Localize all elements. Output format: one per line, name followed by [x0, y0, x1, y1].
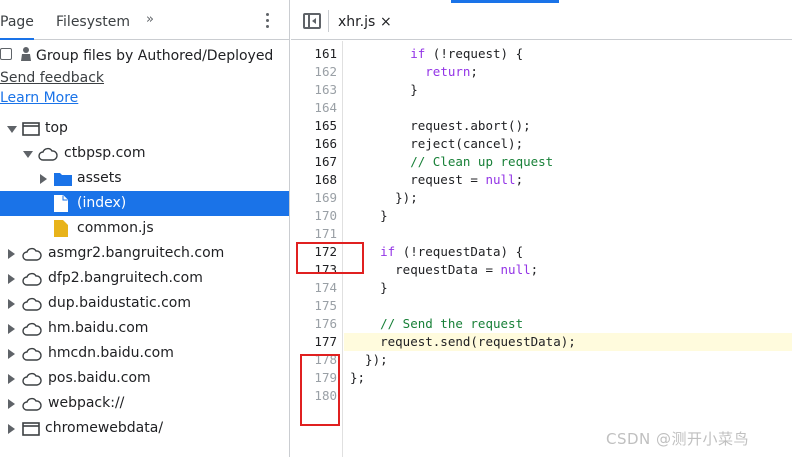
- group-files-label: Group files by Authored/Deployed: [36, 48, 274, 64]
- line-number[interactable]: 163: [291, 81, 337, 99]
- line-number[interactable]: 164: [291, 99, 337, 117]
- tree-item-label: (index): [77, 195, 127, 211]
- code-line[interactable]: // Send the request: [350, 315, 523, 333]
- code-line[interactable]: request = null;: [350, 171, 523, 189]
- line-number[interactable]: 176: [291, 315, 337, 333]
- editor-panel: xhr.js × 161 162 163 164 165 166 167 168 169 170 1…: [291, 0, 792, 457]
- line-number[interactable]: 161: [291, 45, 337, 63]
- tree-item[interactable]: dfp2.bangruitech.com: [0, 266, 289, 291]
- more-tabs-icon[interactable]: »: [146, 12, 154, 27]
- tree-item-label: top: [45, 120, 68, 136]
- collapsed-triangle-icon[interactable]: [8, 424, 15, 434]
- line-number[interactable]: 174: [291, 279, 337, 297]
- code-line[interactable]: });: [350, 189, 418, 207]
- tree-item-label: pos.baidu.com: [48, 370, 151, 386]
- tree-item-label: asmgr2.bangruitech.com: [48, 245, 225, 261]
- tree-item[interactable]: top: [0, 116, 289, 141]
- tree-item-label: ctbpsp.com: [64, 145, 146, 161]
- tree-item[interactable]: chromewebdata/: [0, 416, 289, 441]
- tab-page[interactable]: Page: [0, 0, 34, 40]
- annotation-box-178: [300, 354, 340, 426]
- line-number[interactable]: 165: [291, 117, 337, 135]
- collapsed-triangle-icon[interactable]: [40, 174, 47, 184]
- tree-item-label: chromewebdata/: [45, 420, 164, 436]
- code-line[interactable]: if (!request) {: [350, 45, 523, 63]
- code-line[interactable]: request.abort();: [350, 117, 530, 135]
- tree-item-label: common.js: [77, 220, 154, 236]
- code-line[interactable]: };: [350, 369, 365, 387]
- collapsed-triangle-icon[interactable]: [8, 299, 15, 309]
- annotation-box-172: [296, 242, 364, 274]
- tree-item[interactable]: dup.baidustatic.com: [0, 291, 289, 316]
- watermark: CSDN @测开小菜鸟: [606, 430, 750, 448]
- expanded-triangle-icon[interactable]: [7, 126, 17, 133]
- file-tab-label[interactable]: xhr.js: [338, 0, 375, 40]
- collapsed-triangle-icon[interactable]: [8, 249, 15, 259]
- expanded-triangle-icon[interactable]: [23, 151, 33, 158]
- active-tab-indicator: [451, 0, 559, 3]
- frame-icon: [22, 420, 40, 445]
- code-line[interactable]: reject(cancel);: [350, 135, 523, 153]
- navigator-tabbar: Page Filesystem »: [0, 0, 289, 40]
- line-number[interactable]: 166: [291, 135, 337, 153]
- tree-item-label: hmcdn.baidu.com: [48, 345, 174, 361]
- line-number[interactable]: 171: [291, 225, 337, 243]
- code-line[interactable]: request.send(requestData);: [350, 333, 576, 351]
- line-number[interactable]: 177: [291, 333, 337, 351]
- person-icon: [21, 47, 31, 61]
- collapsed-triangle-icon[interactable]: [8, 349, 15, 359]
- code-line[interactable]: requestData = null;: [350, 261, 538, 279]
- code-line[interactable]: if (!requestData) {: [350, 243, 523, 261]
- tree-item[interactable]: assets: [0, 166, 289, 191]
- divider: [328, 10, 329, 32]
- code-line[interactable]: });: [350, 351, 388, 369]
- line-number[interactable]: 162: [291, 63, 337, 81]
- tree-item-label: dfp2.bangruitech.com: [48, 270, 203, 286]
- line-number[interactable]: 170: [291, 207, 337, 225]
- code-line[interactable]: }: [350, 279, 388, 297]
- navigator-panel: Page Filesystem » Group files by Authore…: [0, 0, 290, 457]
- tree-item[interactable]: hmcdn.baidu.com: [0, 341, 289, 366]
- learn-more-link[interactable]: Learn More: [0, 90, 78, 106]
- code-line[interactable]: return;: [350, 63, 478, 81]
- tree-item[interactable]: common.js: [0, 216, 289, 241]
- collapsed-triangle-icon[interactable]: [8, 374, 15, 384]
- line-number[interactable]: 168: [291, 171, 337, 189]
- tree-item[interactable]: webpack://: [0, 391, 289, 416]
- line-number[interactable]: 175: [291, 297, 337, 315]
- collapsed-triangle-icon[interactable]: [8, 399, 15, 409]
- tree-item[interactable]: asmgr2.bangruitech.com: [0, 241, 289, 266]
- send-feedback-link[interactable]: Send feedback: [0, 70, 104, 86]
- tree-item[interactable]: hm.baidu.com: [0, 316, 289, 341]
- code-line[interactable]: }: [350, 81, 418, 99]
- tree-item[interactable]: (index): [0, 191, 289, 216]
- tree-item-label: assets: [77, 170, 122, 186]
- tab-filesystem[interactable]: Filesystem: [56, 0, 130, 40]
- tree-item-label: hm.baidu.com: [48, 320, 149, 336]
- tree-item-label: dup.baidustatic.com: [48, 295, 192, 311]
- tree-item[interactable]: ctbpsp.com: [0, 141, 289, 166]
- collapsed-triangle-icon[interactable]: [8, 324, 15, 334]
- close-tab-icon[interactable]: ×: [380, 0, 392, 40]
- code-line[interactable]: }: [350, 207, 388, 225]
- more-options-icon[interactable]: [266, 13, 270, 31]
- editor-tabbar: xhr.js ×: [291, 0, 792, 40]
- line-number[interactable]: 167: [291, 153, 337, 171]
- group-files-checkbox[interactable]: [0, 48, 12, 60]
- code-line[interactable]: // Clean up request: [350, 153, 553, 171]
- collapsed-triangle-icon[interactable]: [8, 274, 15, 284]
- tree-item[interactable]: pos.baidu.com: [0, 366, 289, 391]
- code-area[interactable]: if (!request) { return; } request.abort(…: [344, 41, 792, 457]
- toggle-navigator-icon[interactable]: [303, 13, 321, 29]
- line-number[interactable]: 169: [291, 189, 337, 207]
- tree-item-label: webpack://: [48, 395, 125, 411]
